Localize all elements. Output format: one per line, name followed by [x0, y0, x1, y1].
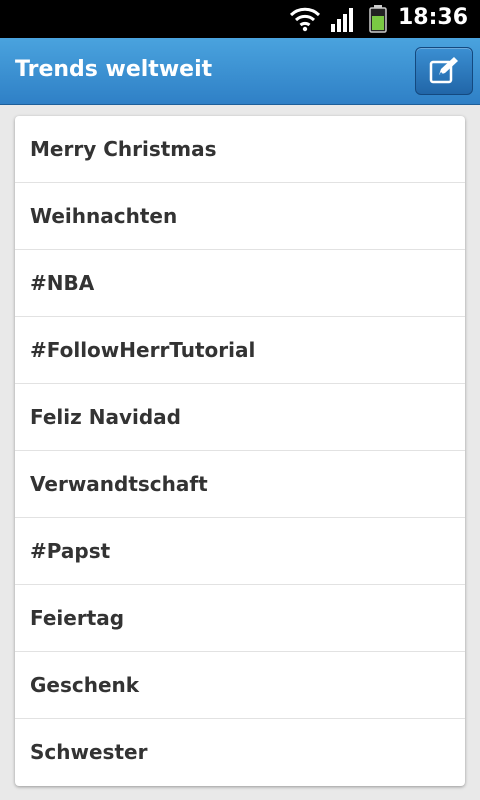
status-time: 18:36 [397, 5, 468, 30]
list-item[interactable]: Weihnachten [15, 183, 465, 250]
list-item[interactable]: #NBA [15, 250, 465, 317]
trend-label: Feiertag [30, 606, 125, 630]
trend-label: Schwester [30, 740, 148, 764]
trend-label: Weihnachten [30, 204, 178, 228]
list-item[interactable]: #FollowHerrTutorial [15, 317, 465, 384]
trends-list: Merry Christmas Weihnachten #NBA #Follow… [15, 116, 465, 786]
list-item[interactable]: Feliz Navidad [15, 384, 465, 451]
list-item[interactable]: #Papst [15, 518, 465, 585]
trend-label: Verwandtschaft [30, 472, 208, 496]
trend-label: #FollowHerrTutorial [30, 338, 256, 362]
list-item[interactable]: Merry Christmas [15, 116, 465, 183]
signal-icon [331, 8, 357, 36]
battery-icon [369, 5, 387, 37]
page-title: Trends weltweit [15, 57, 213, 82]
list-item[interactable]: Geschenk [15, 652, 465, 719]
compose-icon [429, 57, 458, 84]
trend-label: #NBA [30, 271, 95, 295]
compose-button[interactable] [415, 47, 473, 95]
list-item[interactable]: Schwester [15, 719, 465, 785]
trend-label: Merry Christmas [30, 137, 217, 161]
action-bar: Trends weltweit [0, 38, 480, 105]
trend-label: #Papst [30, 539, 111, 563]
list-item[interactable]: Feiertag [15, 585, 465, 652]
status-bar: 18:36 [0, 0, 480, 38]
trend-label: Geschenk [30, 673, 140, 697]
trend-label: Feliz Navidad [30, 405, 181, 429]
wifi-icon [289, 6, 321, 36]
list-item[interactable]: Verwandtschaft [15, 451, 465, 518]
